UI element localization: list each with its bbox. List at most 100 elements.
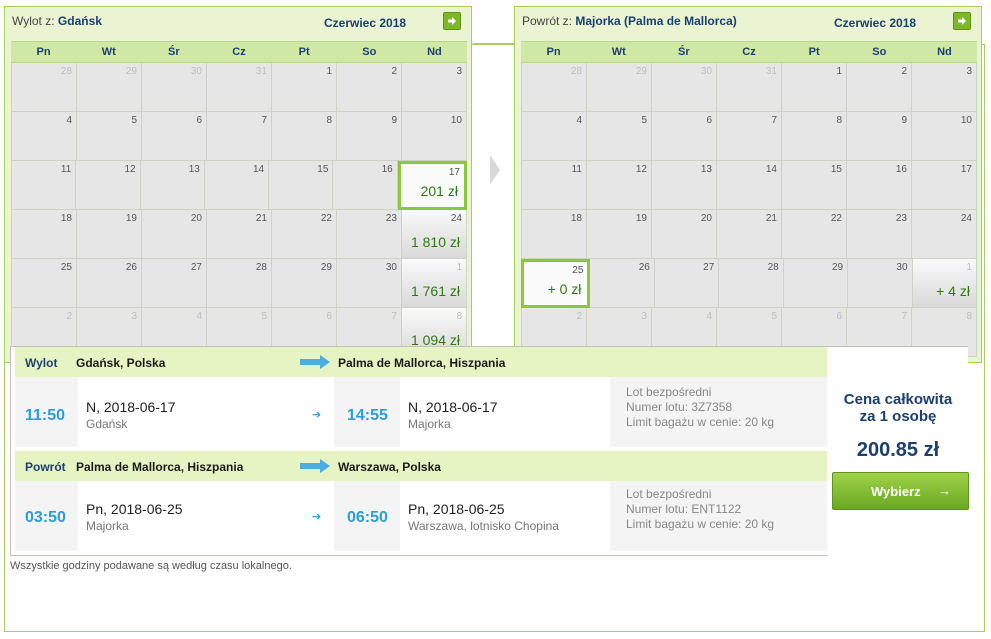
calendar-day-priced[interactable]: 25 + 0 zł (521, 259, 591, 308)
departure-city: Majorka (86, 519, 129, 533)
calendar-header: Wylot z: Gdańsk Czerwiec 2018 (5, 7, 471, 39)
segment-to: Warszawa, Polska (338, 460, 441, 474)
day-number: 21 (765, 213, 777, 224)
calendar-day: 9 (847, 112, 912, 161)
weekday-label: Cz (742, 46, 756, 58)
calendar-week: 28 29 30 31 1 2 3 (521, 63, 977, 112)
day-number: 30 (385, 262, 397, 273)
day-number: 1 (966, 262, 972, 273)
day-number: 3 (641, 311, 647, 322)
arrival-city: Warszawa, lotnisko Chopina (408, 519, 559, 533)
day-number: 24 (450, 213, 462, 224)
calendar-day: 10 (912, 112, 977, 161)
calendar-day: 18 (521, 210, 587, 259)
day-number: 28 (60, 66, 72, 77)
calendar-route: Powrót z: Majorka (Palma de Mallorca) (522, 14, 737, 28)
calendar-week: 11 12 13 14 15 16 17 201 zł (11, 161, 467, 210)
calendar-week: 28 29 30 31 1 2 3 (11, 63, 467, 112)
flight-number: Numer lotu: ENT1122 (626, 502, 742, 516)
calendar-day: 27 (654, 259, 720, 308)
day-price: + 4 zł (936, 283, 970, 299)
calendar-day: 18 (11, 210, 77, 259)
weekday-label: Pt (808, 46, 820, 58)
calendar-weeks: 28 29 30 31 1 2 3 4 5 6 7 8 9 10 11 12 13 14 15 16 17 201 zł 1… (11, 63, 467, 357)
calendar-day: 25 (11, 259, 77, 308)
calendar-day: 4 (11, 112, 77, 161)
direct-flight: Lot bezpośredni (626, 487, 712, 501)
weekday-label: So (362, 46, 377, 58)
day-number: 5 (261, 311, 267, 322)
inbound-details: 03:50 Pn, 2018-06-25 Majorka ➔ 06:50 Pn,… (15, 481, 827, 551)
next-month-button[interactable] (443, 12, 461, 30)
calendar-day: 12 (587, 161, 652, 210)
route-prefix: Powrót z: (522, 14, 573, 28)
day-number: 7 (901, 311, 907, 322)
day-number: 25 (572, 265, 584, 276)
weekday-label: Pt (298, 46, 310, 58)
day-number: 26 (125, 262, 137, 273)
day-number: 25 (60, 262, 72, 273)
route-prefix: Wylot z: (12, 14, 55, 28)
route-city: Gdańsk (57, 14, 102, 28)
calendar-day: 5 (587, 112, 652, 161)
arrow-right-icon: ➔ (312, 511, 322, 523)
day-number: 11 (60, 164, 72, 175)
departure-date: Pn, 2018-06-25 (86, 501, 183, 517)
return-calendar: Powrót z: Majorka (Palma de Mallorca) Cz… (514, 6, 982, 363)
day-number: 30 (700, 66, 712, 77)
calendar-day: 26 (590, 259, 655, 308)
calendar-day-priced[interactable]: 1 1 761 zł (402, 259, 467, 308)
calendar-day: 14 (204, 161, 270, 210)
calendar-day: 7 (207, 112, 272, 161)
calendar-week: 25 26 27 28 29 30 1 1 761 zł (11, 259, 467, 308)
calendar-day-priced[interactable]: 17 201 zł (397, 161, 467, 210)
day-number: 3 (456, 66, 462, 77)
weekday-label: Wt (101, 46, 116, 58)
day-number: 28 (255, 262, 267, 273)
weekday-label: Nd (427, 46, 442, 58)
calendar-day: 31 (207, 63, 272, 112)
day-number: 5 (641, 115, 647, 126)
day-number: 20 (700, 213, 712, 224)
calendar-day: 8 (272, 112, 337, 161)
calendar-day-priced[interactable]: 1 + 4 zł (912, 259, 977, 308)
calendar-day: 16 (847, 161, 912, 210)
calendar-day: 8 (782, 112, 847, 161)
day-number: 6 (706, 115, 712, 126)
arrival-time: 14:55 (347, 407, 388, 424)
day-number: 27 (703, 262, 715, 273)
calendar-day: 21 (717, 210, 782, 259)
day-number: 22 (320, 213, 332, 224)
weekday-label: Nd (937, 46, 952, 58)
outbound-details: 11:50 N, 2018-06-17 Gdańsk ➔ 14:55 N, 20… (15, 377, 827, 447)
day-number: 14 (765, 164, 777, 175)
weekday-label: Cz (232, 46, 246, 58)
day-number: 30 (190, 66, 202, 77)
calendar-day: 30 (652, 63, 717, 112)
timezone-note: Wszystkie godziny podawane są według cza… (10, 560, 292, 572)
day-number: 24 (960, 213, 972, 224)
day-price: 1 810 zł (410, 234, 460, 250)
day-number: 2 (391, 66, 397, 77)
calendar-day: 9 (337, 112, 402, 161)
day-number: 19 (125, 213, 137, 224)
calendar-day-priced[interactable]: 24 1 810 zł (402, 210, 467, 259)
day-number: 30 (896, 262, 908, 273)
departure-time: 03:50 (25, 509, 66, 526)
day-number: 9 (391, 115, 397, 126)
day-number: 8 (326, 115, 332, 126)
flight-summary: Wylot Gdańsk, Polska Palma de Mallorca, … (10, 346, 969, 556)
day-number: 2 (901, 66, 907, 77)
day-number: 19 (635, 213, 647, 224)
day-number: 7 (261, 115, 267, 126)
day-number: 1 (456, 262, 462, 273)
calendar-day: 29 (587, 63, 652, 112)
day-number: 6 (326, 311, 332, 322)
next-month-button[interactable] (953, 12, 971, 30)
select-button[interactable]: Wybierz → (832, 472, 969, 510)
day-number: 3 (966, 66, 972, 77)
segment-from: Gdańsk, Polska (76, 356, 166, 370)
calendar-day: 26 (77, 259, 142, 308)
day-price: 1 761 zł (410, 283, 460, 299)
day-number: 6 (196, 115, 202, 126)
